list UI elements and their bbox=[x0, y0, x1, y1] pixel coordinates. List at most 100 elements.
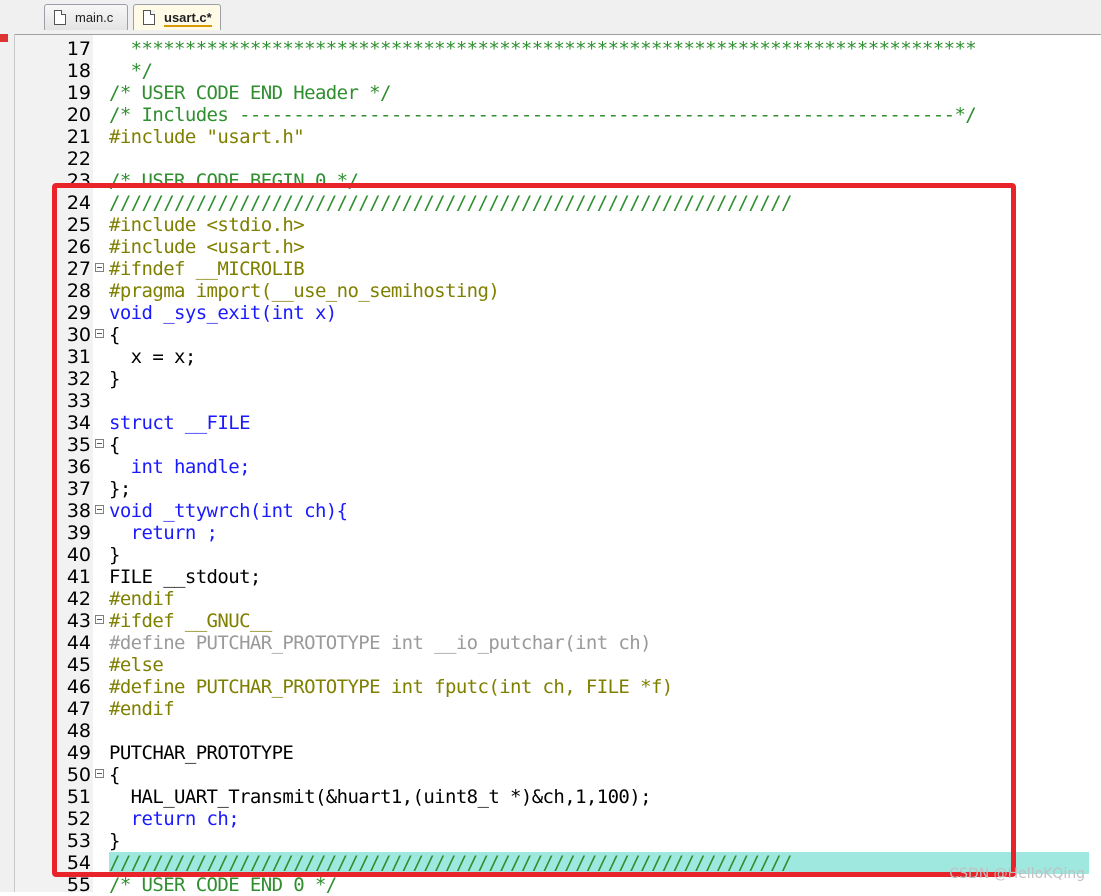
line-number: 23 bbox=[66, 170, 91, 192]
code-text: #pragma import(__use_no_semihosting) bbox=[109, 280, 500, 302]
code-line[interactable]: 20 /* Includes --------------------------… bbox=[15, 104, 1101, 126]
code-editor[interactable]: 17 *************************************… bbox=[15, 35, 1101, 896]
line-number: 33 bbox=[66, 390, 91, 412]
line-number: 51 bbox=[66, 786, 91, 808]
file-icon bbox=[143, 10, 155, 25]
code-line[interactable]: 24 //////////////////////////////////////… bbox=[15, 192, 1101, 214]
line-number: 46 bbox=[66, 676, 91, 698]
code-line[interactable]: 54 //////////////////////////////////////… bbox=[15, 852, 1101, 874]
line-number: 24 bbox=[66, 192, 91, 214]
code-line[interactable]: 53} bbox=[15, 830, 1101, 852]
fold-toggle-icon[interactable] bbox=[95, 615, 104, 624]
code-line[interactable]: 50 { bbox=[15, 764, 1101, 786]
code-text: int handle; bbox=[109, 456, 251, 478]
code-line[interactable]: 40} bbox=[15, 544, 1101, 566]
fold-toggle-icon[interactable] bbox=[95, 329, 104, 338]
code-line[interactable]: 36 int handle; bbox=[15, 456, 1101, 478]
fold-toggle-icon[interactable] bbox=[95, 769, 104, 778]
code-line[interactable]: 38 void _ttywrch(int ch){ bbox=[15, 500, 1101, 522]
line-number: 45 bbox=[66, 654, 91, 676]
line-number: 49 bbox=[66, 742, 91, 764]
line-number: 41 bbox=[66, 566, 91, 588]
code-line[interactable]: 39 return ; bbox=[15, 522, 1101, 544]
code-line[interactable]: 52 return ch; bbox=[15, 808, 1101, 830]
code-line[interactable]: 51 HAL_UART_Transmit(&huart1,(uint8_t *)… bbox=[15, 786, 1101, 808]
left-panel-strip bbox=[0, 34, 15, 892]
code-text: ////////////////////////////////////////… bbox=[109, 192, 792, 214]
code-text: return ch; bbox=[109, 808, 240, 830]
line-number: 54 bbox=[66, 852, 91, 874]
code-text: void _sys_exit(int x) bbox=[109, 302, 337, 324]
code-line[interactable]: 33 bbox=[15, 390, 1101, 412]
code-line[interactable]: 45 #else bbox=[15, 654, 1101, 676]
code-text: { bbox=[109, 764, 120, 786]
code-line[interactable]: 41 FILE __stdout; bbox=[15, 566, 1101, 588]
code-line[interactable]: 22 bbox=[15, 148, 1101, 170]
code-line[interactable]: 29 void _sys_exit(int x) bbox=[15, 302, 1101, 324]
code-line[interactable]: 28 #pragma import(__use_no_semihosting) bbox=[15, 280, 1101, 302]
code-line[interactable]: 18 */ bbox=[15, 60, 1101, 82]
code-text: /* USER CODE BEGIN 0 */ bbox=[109, 170, 359, 192]
code-line[interactable]: 30 { bbox=[15, 324, 1101, 346]
code-text: #endif bbox=[109, 698, 175, 720]
code-text: #include "usart.h" bbox=[109, 126, 305, 148]
code-line[interactable]: 27 #ifndef __MICROLIB bbox=[15, 258, 1101, 280]
code-text: /* USER CODE END 0 */ bbox=[109, 874, 337, 896]
code-line[interactable]: 35 { bbox=[15, 434, 1101, 456]
file-icon bbox=[54, 10, 66, 25]
line-number: 26 bbox=[66, 236, 91, 258]
code-text: /* Includes ----------------------------… bbox=[109, 104, 977, 126]
code-line[interactable]: 37}; bbox=[15, 478, 1101, 500]
code-text: /* USER CODE END Header */ bbox=[109, 82, 391, 104]
code-line[interactable]: 34 struct __FILE bbox=[15, 412, 1101, 434]
line-number: 55 bbox=[66, 874, 91, 896]
line-number: 32 bbox=[66, 368, 91, 390]
code-text: #ifndef __MICROLIB bbox=[109, 258, 305, 280]
line-number: 43 bbox=[66, 610, 91, 632]
code-line[interactable]: 21 #include "usart.h" bbox=[15, 126, 1101, 148]
line-number: 22 bbox=[66, 148, 91, 170]
code-line[interactable]: 46 #define PUTCHAR_PROTOTYPE int fputc(in… bbox=[15, 676, 1101, 698]
bookmark-marker bbox=[0, 34, 8, 42]
code-text: #else bbox=[109, 654, 164, 676]
code-line[interactable]: 48 bbox=[15, 720, 1101, 742]
tab-label: main.c bbox=[75, 10, 114, 25]
code-line[interactable]: 44 #define PUTCHAR_PROTOTYPE int __io_put… bbox=[15, 632, 1101, 654]
code-line[interactable]: 19 /* USER CODE END Header */ bbox=[15, 82, 1101, 104]
code-line[interactable]: 55 /* USER CODE END 0 */ bbox=[15, 874, 1101, 896]
code-line[interactable]: 32} bbox=[15, 368, 1101, 390]
code-line[interactable]: 26 #include <usart.h> bbox=[15, 236, 1101, 258]
code-text: FILE __stdout; bbox=[109, 566, 261, 588]
line-number: 31 bbox=[66, 346, 91, 368]
line-number: 38 bbox=[66, 500, 91, 522]
code-line[interactable]: 17 *************************************… bbox=[15, 38, 1101, 60]
code-text: struct __FILE bbox=[109, 412, 251, 434]
code-text: } bbox=[109, 368, 120, 390]
code-line[interactable]: 47 #endif bbox=[15, 698, 1101, 720]
fold-toggle-icon[interactable] bbox=[95, 505, 104, 514]
line-number: 20 bbox=[66, 104, 91, 126]
code-line[interactable]: 31 x = x; bbox=[15, 346, 1101, 368]
code-text: #include <usart.h> bbox=[109, 236, 305, 258]
line-number: 34 bbox=[66, 412, 91, 434]
code-line[interactable]: 23 /* USER CODE BEGIN 0 */ bbox=[15, 170, 1101, 192]
code-line[interactable]: 43 #ifdef __GNUC__ bbox=[15, 610, 1101, 632]
line-number: 17 bbox=[66, 38, 91, 60]
code-line[interactable]: 42 #endif bbox=[15, 588, 1101, 610]
line-number: 48 bbox=[66, 720, 91, 742]
code-text: return ; bbox=[109, 522, 218, 544]
watermark: CSDN @HelloKQing bbox=[949, 866, 1085, 882]
tab-main-c[interactable]: main.c bbox=[44, 4, 128, 30]
code-text: PUTCHAR_PROTOTYPE bbox=[109, 742, 294, 764]
code-text: #include <stdio.h> bbox=[109, 214, 305, 236]
line-number: 44 bbox=[66, 632, 91, 654]
fold-toggle-icon[interactable] bbox=[95, 439, 104, 448]
fold-toggle-icon[interactable] bbox=[95, 263, 104, 272]
code-text: HAL_UART_Transmit(&huart1,(uint8_t *)&ch… bbox=[109, 786, 652, 808]
code-text: ////////////////////////////////////////… bbox=[109, 852, 1089, 874]
line-number: 19 bbox=[66, 82, 91, 104]
tab-usart-c[interactable]: usart.c* bbox=[133, 4, 221, 30]
code-line[interactable]: 25 #include <stdio.h> bbox=[15, 214, 1101, 236]
code-text: void _ttywrch(int ch){ bbox=[109, 500, 348, 522]
code-line[interactable]: 49 PUTCHAR_PROTOTYPE bbox=[15, 742, 1101, 764]
